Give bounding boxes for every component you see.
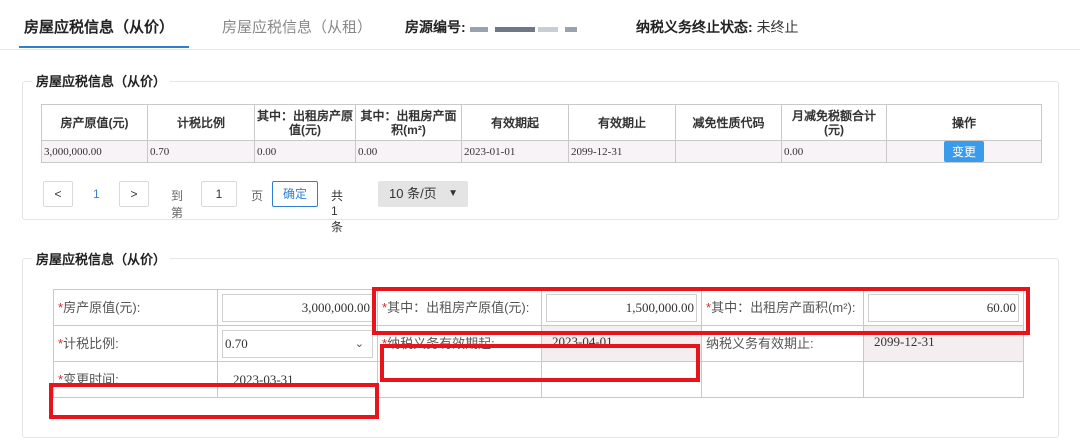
highlight-box: [372, 287, 1030, 335]
goto-label: 到第: [171, 189, 184, 220]
table-cell: 2099-12-31: [568, 140, 676, 163]
tax-ratio-value: 0.70: [225, 335, 248, 351]
column-header: 计税比例: [147, 104, 255, 141]
caret-down-icon: ▼: [448, 188, 458, 199]
column-header: 有效期止: [568, 104, 676, 141]
tab-bar: 房屋应税信息（从价） 房屋应税信息（从租） 房源编号: 纳税义务终止状态: 未终…: [0, 0, 1080, 50]
summary-panel-title: 房屋应税信息（从价）: [32, 71, 171, 90]
page-size-select[interactable]: 10 条/页 ▼: [378, 181, 468, 207]
table-cell: 0.70: [147, 140, 255, 163]
table-header-row: 房产原值(元) 计税比例 其中：出租房产原值(元) 其中：出租房产面积(m²) …: [41, 104, 1042, 141]
redacted-value: [470, 27, 488, 32]
table-cell: 0.00: [355, 140, 462, 163]
table-cell: 0.00: [254, 140, 356, 163]
tab-from-value[interactable]: 房屋应税信息（从价）: [24, 16, 174, 37]
highlight-box: [49, 383, 379, 419]
current-page[interactable]: 1: [93, 187, 100, 201]
redacted-value: [565, 27, 577, 32]
prev-page-button[interactable]: <: [43, 181, 73, 207]
tax-status-value: 未终止: [756, 19, 799, 35]
page-unit-label: 页: [251, 189, 264, 203]
column-header: 其中：出租房产原值(元): [254, 104, 356, 141]
table-cell: [675, 140, 782, 163]
original-value-input[interactable]: 3,000,000.00: [222, 293, 373, 322]
page-size-value: 10 条/页: [389, 186, 437, 201]
source-no-label: 房源编号:: [405, 19, 466, 35]
column-header: 其中：出租房产面积(m²): [355, 104, 462, 141]
column-header: 月减免税额合计(元): [781, 104, 887, 141]
column-header: 减免性质代码: [675, 104, 782, 141]
confirm-button[interactable]: 确定: [272, 181, 318, 207]
tax-ratio-select[interactable]: 0.70 ⌄: [222, 329, 373, 358]
action-cell: 变更: [886, 140, 1042, 163]
active-tab-indicator: [19, 46, 189, 48]
total-count: 共 1 条: [331, 189, 344, 234]
column-header: 有效期起: [461, 104, 569, 141]
edit-panel-title: 房屋应税信息（从价）: [32, 249, 171, 268]
original-value-label: *房产原值(元):: [53, 289, 218, 326]
empty-cell: [863, 361, 1024, 398]
table-cell: 2023-01-01: [461, 140, 569, 163]
table-cell: 0.00: [781, 140, 887, 163]
highlight-box: [380, 344, 700, 382]
tab-from-rent[interactable]: 房屋应税信息（从租）: [222, 16, 372, 37]
tax-ratio-label: *计税比例:: [53, 325, 218, 362]
change-button[interactable]: 变更: [943, 141, 984, 162]
redacted-value: [495, 27, 535, 32]
column-header: 操作: [886, 104, 1042, 141]
empty-cell: [701, 361, 864, 398]
column-header: 房产原值(元): [41, 104, 148, 141]
next-page-button[interactable]: >: [119, 181, 149, 207]
redacted-value: [538, 27, 558, 32]
table-cell: 3,000,000.00: [41, 140, 148, 163]
chevron-down-icon: ⌄: [354, 337, 364, 350]
tax-status: 纳税义务终止状态: 未终止: [636, 17, 799, 37]
table-row: 3,000,000.00 0.70 0.00 0.00 2023-01-01 2…: [41, 140, 1042, 163]
tax-status-label: 纳税义务终止状态:: [636, 19, 753, 35]
goto-page-input[interactable]: 1: [201, 181, 237, 207]
summary-table: 房产原值(元) 计税比例 其中：出租房产原值(元) 其中：出租房产面积(m²) …: [41, 104, 1042, 163]
